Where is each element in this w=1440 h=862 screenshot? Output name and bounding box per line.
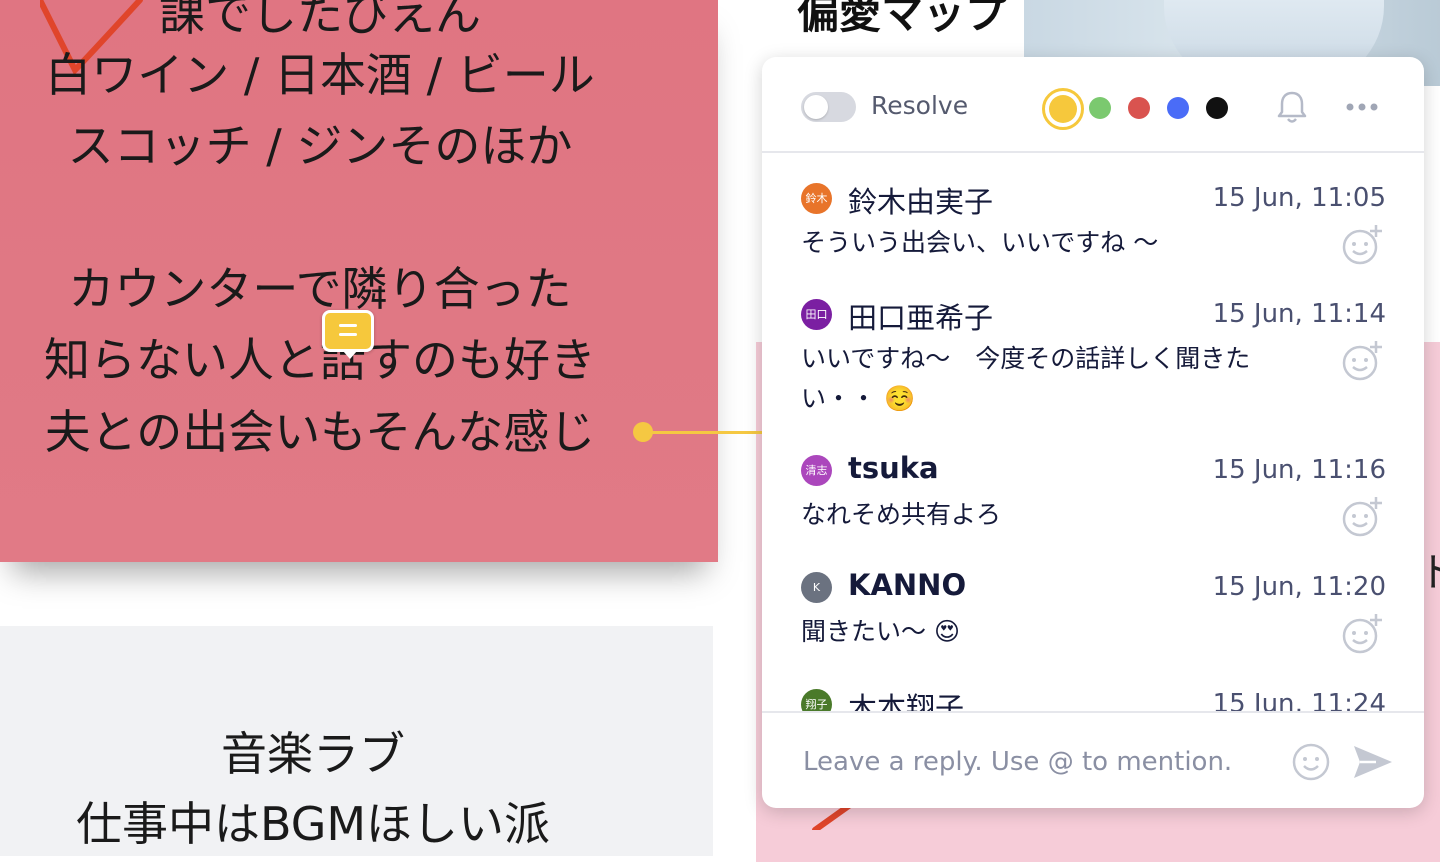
color-option-red[interactable] [1128, 97, 1150, 119]
resolve-label: Resolve [871, 91, 969, 120]
section-title: 偏愛マップ [797, 0, 1008, 38]
send-icon[interactable] [1350, 740, 1396, 784]
avatar[interactable]: 清志 [801, 455, 832, 486]
note-line: 音楽ラブ [221, 727, 405, 781]
emoji-icon[interactable] [1289, 740, 1333, 784]
comment-text: 聞きたい〜 😍 [801, 617, 961, 646]
sticky-note-gray[interactable]: 音楽ラブ 仕事中はBGMほしい派 [0, 626, 713, 856]
add-reaction-icon[interactable] [1340, 612, 1384, 656]
comment-list[interactable]: 鈴木 鈴木由実子 15 Jun, 11:05 そういう出会い、いいですね 〜 田… [762, 153, 1424, 711]
add-reaction-icon[interactable] [1340, 339, 1384, 383]
reply-bar [762, 711, 1424, 808]
comment-text: なれそめ共有よろ [801, 500, 1002, 529]
panel-header: Resolve [762, 57, 1424, 153]
color-option-blue[interactable] [1167, 97, 1189, 119]
add-reaction-icon[interactable] [1340, 223, 1384, 267]
avatar[interactable]: 翔子 [801, 689, 832, 711]
color-option-black[interactable] [1206, 97, 1228, 119]
comment-time: 15 Jun, 11:20 [1212, 572, 1386, 602]
color-option-green[interactable] [1089, 97, 1111, 119]
comment-time: 15 Jun, 11:05 [1212, 183, 1386, 213]
sticky-note-red[interactable]: 課でしたびえん 白ワイン / 日本酒 / ビール スコッチ / ジンそのほか カ… [0, 0, 718, 562]
add-reaction-icon[interactable] [1340, 495, 1384, 539]
reply-input[interactable] [801, 741, 1275, 783]
bell-icon[interactable] [1272, 87, 1312, 127]
more-options-icon[interactable] [1342, 85, 1382, 125]
avatar[interactable]: 鈴木 [801, 183, 832, 214]
note-line: カウンターで隣り合った [68, 262, 572, 316]
comment-author: 鈴木由実子 [848, 185, 994, 219]
avatar[interactable]: K [801, 572, 832, 603]
comment-author: 田口亜希子 [848, 301, 994, 335]
comment-time: 15 Jun, 11:24 [1212, 689, 1386, 711]
avatar[interactable]: 田口 [801, 299, 832, 330]
note-line: 白ワイン / 日本酒 / ビール [45, 48, 595, 102]
comment-author: 木本翔子 [848, 691, 965, 711]
comment-marker-icon[interactable] [322, 310, 374, 359]
comment-text: いいですね〜 今度その話詳しく聞きたい・・ ☺️ [801, 344, 1251, 413]
comment-time: 15 Jun, 11:16 [1212, 455, 1386, 485]
comment-thread-panel: Resolve 鈴木 鈴木由実子 15 Jun, 11:05 そういう出会い、い… [762, 57, 1424, 808]
comment-anchor-dot [633, 422, 653, 442]
note-line: 仕事中はBGMほしい派 [75, 797, 551, 851]
resolve-toggle[interactable] [801, 92, 856, 122]
comment-author: KANNO [848, 568, 967, 602]
note-line: スコッチ / ジンそのほか [67, 119, 573, 173]
note-line: 知らない人と話すのも好き [44, 333, 596, 387]
note-line: 夫との出会いもそんな感じ [44, 405, 596, 459]
comment-text: そういう出会い、いいですね 〜 [801, 228, 1159, 257]
color-option-yellow[interactable] [1042, 88, 1084, 130]
comment-author: tsuka [848, 451, 939, 485]
note-line: 課でしたびえん [159, 0, 481, 41]
comment-connector-line [643, 431, 767, 434]
comment-time: 15 Jun, 11:14 [1212, 299, 1386, 329]
